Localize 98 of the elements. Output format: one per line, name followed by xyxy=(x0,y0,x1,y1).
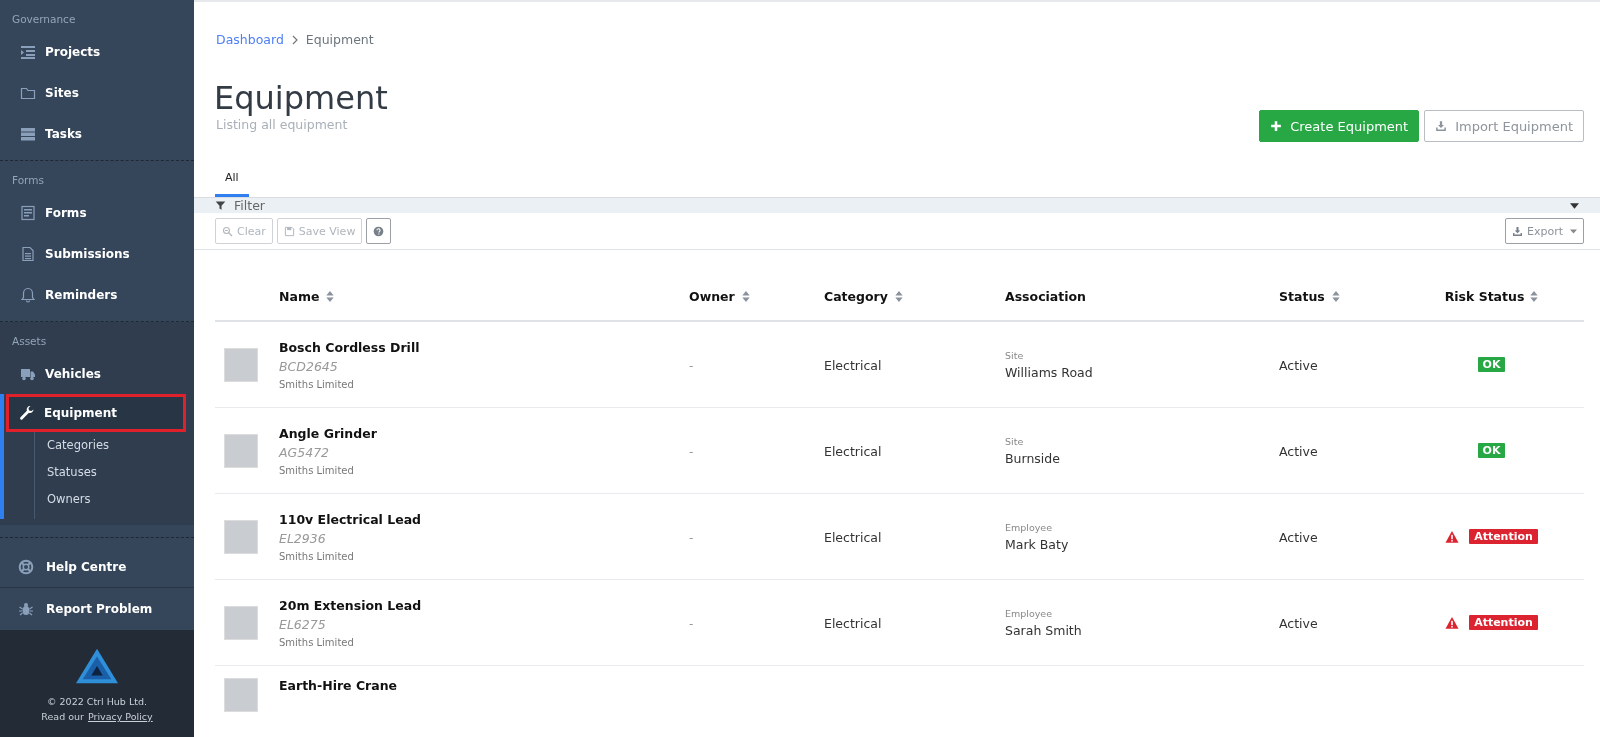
table-cell: Electrical xyxy=(824,530,882,545)
footer-text: Read our xyxy=(41,711,84,722)
sort-icon[interactable] xyxy=(326,290,335,302)
nav-item[interactable]: Sites xyxy=(0,72,194,113)
nav-subitem[interactable]: Owners xyxy=(35,486,194,513)
risk-badge: OK xyxy=(1477,357,1506,372)
zoom-out-icon xyxy=(222,225,233,237)
column-header[interactable]: Category xyxy=(824,288,888,304)
equipment-name[interactable]: Bosch Cordless Drill xyxy=(279,339,689,355)
warning-icon xyxy=(1445,529,1460,544)
chevron-right-icon xyxy=(291,34,298,45)
equipment-code: BCD2645 xyxy=(279,358,339,374)
nav-subitem[interactable]: Statuses xyxy=(35,459,194,486)
association-type: Employee xyxy=(1005,607,1054,619)
column-header[interactable]: Owner xyxy=(689,288,735,304)
equipment-name[interactable]: 20m Extension Lead xyxy=(279,597,689,613)
filter-bar[interactable]: Filter xyxy=(194,198,1600,213)
column-header[interactable]: Status xyxy=(1279,288,1325,304)
page-title: Equipment xyxy=(214,79,388,117)
breadcrumb-link[interactable]: Dashboard xyxy=(216,32,284,47)
list-icon xyxy=(20,43,36,60)
bug-icon xyxy=(18,601,34,617)
download-icon xyxy=(1512,225,1523,237)
stacked-bars-icon xyxy=(20,125,36,142)
sort-icon[interactable] xyxy=(1530,290,1539,302)
company-name: Smiths Limited xyxy=(279,636,355,648)
photo-placeholder xyxy=(224,347,258,382)
sort-icon[interactable] xyxy=(741,290,750,302)
triangle-logo xyxy=(76,648,118,684)
association-type: Site xyxy=(1005,349,1025,361)
nav-item[interactable]: Report Problem xyxy=(0,588,194,630)
association-name: Mark Baty xyxy=(1005,536,1070,552)
association-name: Burnside xyxy=(1005,450,1061,466)
filter-label: Filter xyxy=(234,198,265,213)
risk-badge: Attention xyxy=(1469,615,1538,630)
equipment-code: EL6275 xyxy=(279,616,327,632)
form-icon xyxy=(20,204,36,221)
photo-placeholder xyxy=(224,678,258,712)
nav-item[interactable]: Equipment xyxy=(6,394,186,432)
sort-icon[interactable] xyxy=(1331,290,1340,302)
table-cell: Active xyxy=(1279,358,1318,373)
equipment-code: AG5472 xyxy=(279,444,331,460)
company-name: Smiths Limited xyxy=(279,464,355,476)
association-name: Williams Road xyxy=(1005,364,1094,380)
nav-subitem[interactable]: Categories xyxy=(35,432,194,459)
equipment-code: EL2936 xyxy=(279,530,327,546)
nav-item[interactable]: Forms xyxy=(0,192,194,233)
photo-placeholder xyxy=(224,605,258,640)
association-type: Site xyxy=(1005,435,1025,447)
copyright-text: © 2022 Ctrl Hub Ltd. xyxy=(47,696,147,707)
column-header[interactable]: Risk Status xyxy=(1444,288,1525,304)
plus-icon xyxy=(1270,120,1283,132)
photo-placeholder xyxy=(224,519,258,554)
equipment-name[interactable]: Angle Grinder xyxy=(279,425,689,441)
table-cell: Active xyxy=(1279,444,1318,459)
warning-icon xyxy=(1445,615,1460,630)
association-type: Employee xyxy=(1005,521,1054,533)
download-icon xyxy=(1435,120,1448,132)
page-subtitle: Listing all equipment xyxy=(216,117,349,132)
risk-badge: OK xyxy=(1477,443,1506,458)
table-cell: - xyxy=(689,359,694,373)
table-cell: Electrical xyxy=(824,358,882,373)
column-header[interactable]: Name xyxy=(279,288,320,304)
photo-placeholder xyxy=(224,433,258,468)
column-header: Association xyxy=(1005,288,1087,304)
company-name: Smiths Limited xyxy=(279,378,355,390)
table-cell: - xyxy=(689,445,694,459)
help-button[interactable] xyxy=(366,218,392,244)
caret-icon xyxy=(1570,228,1577,234)
bell-icon xyxy=(20,286,36,303)
equipment-name[interactable]: 110v Electrical Lead xyxy=(279,511,689,527)
nav-item[interactable]: Vehicles xyxy=(0,353,194,394)
caret-icon xyxy=(1570,202,1579,209)
breadcrumb-current: Equipment xyxy=(305,32,374,47)
lifebuoy-icon xyxy=(18,558,34,575)
table-cell: - xyxy=(689,617,694,631)
table-cell: - xyxy=(689,531,694,545)
sort-icon[interactable] xyxy=(894,290,903,302)
company-name: Smiths Limited xyxy=(279,550,355,562)
nav-item[interactable]: Tasks xyxy=(0,113,194,154)
table-cell: Active xyxy=(1279,530,1318,545)
nav-item[interactable]: Projects xyxy=(0,31,194,72)
filter-icon xyxy=(215,200,226,211)
help-icon xyxy=(373,225,385,237)
nav-item[interactable]: Reminders xyxy=(0,274,194,315)
section-label: Governance xyxy=(11,12,77,27)
table-cell: Electrical xyxy=(824,616,882,631)
equipment-name[interactable]: Earth-Hire Crane xyxy=(279,678,689,693)
document-icon xyxy=(20,245,36,262)
nav-item[interactable]: Submissions xyxy=(0,233,194,274)
table-cell: Electrical xyxy=(824,444,882,459)
table-cell: Active xyxy=(1279,616,1318,631)
risk-badge: Attention xyxy=(1469,529,1538,544)
association-name: Sarah Smith xyxy=(1005,622,1083,638)
privacy-policy-link[interactable]: Privacy Policy xyxy=(87,711,153,722)
wrench-icon xyxy=(19,405,35,421)
section-label: Assets xyxy=(11,334,48,349)
section-label: Forms xyxy=(11,173,45,188)
